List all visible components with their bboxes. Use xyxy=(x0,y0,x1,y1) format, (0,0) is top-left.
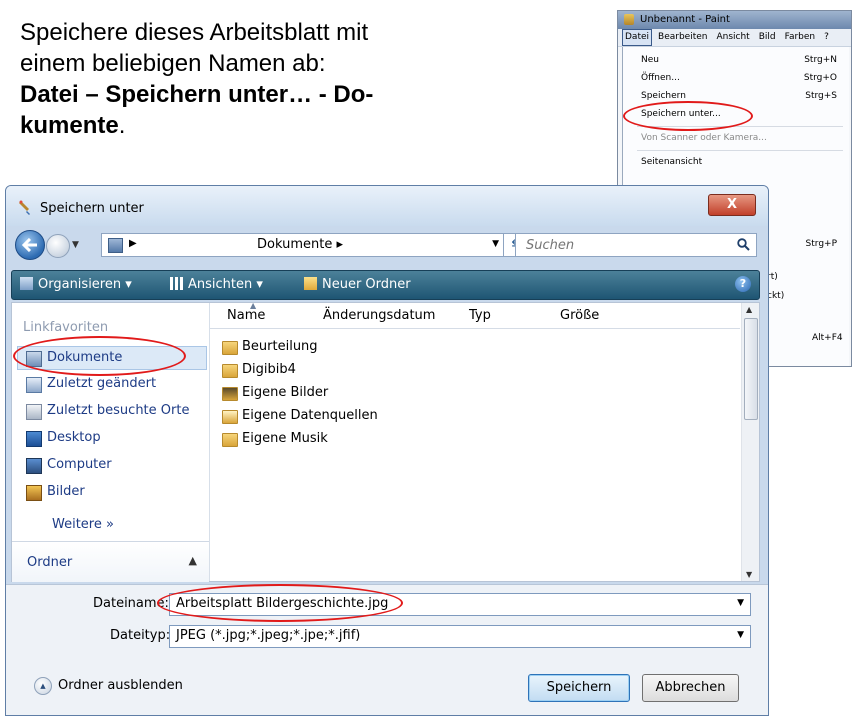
menu-item-neu[interactable]: Neu Strg+N xyxy=(623,51,849,69)
menu-item-speichern-unter[interactable]: Speichern unter... xyxy=(623,105,849,123)
chevron-up-circle-icon[interactable]: ▲ xyxy=(34,677,52,695)
organize-button[interactable]: Organisieren ▾ xyxy=(20,277,132,292)
hide-folders-link[interactable]: Ordner ausblenden xyxy=(58,678,183,693)
menu-item-speichern[interactable]: Speichern Strg+S xyxy=(623,87,849,105)
chevron-down-icon[interactable]: ▼ xyxy=(737,630,744,640)
column-size[interactable]: Größe xyxy=(560,308,599,323)
filetype-label: Dateityp: xyxy=(110,628,171,643)
address-dropdown-icon[interactable]: ▼ xyxy=(492,239,499,249)
help-button[interactable]: ? xyxy=(735,276,751,292)
forward-button[interactable] xyxy=(46,234,70,258)
nav-item-zuletzt-geaendert[interactable]: Zuletzt geändert xyxy=(18,373,206,395)
address-bar[interactable]: ▶ Dokumente ▸ ▼ xyxy=(101,233,506,257)
instruction-line-4: kumente xyxy=(20,112,119,139)
column-headers: ▲ Name Änderungsdatum Typ Größe xyxy=(210,301,740,329)
instruction-line-1: Speichere dieses Arbeitsblatt mit xyxy=(20,19,369,46)
chevron-up-icon: ▲ xyxy=(188,554,197,567)
nav-item-bilder[interactable]: Bilder xyxy=(18,481,206,503)
back-button[interactable] xyxy=(15,230,45,260)
menu-separator xyxy=(637,126,843,127)
search-input[interactable] xyxy=(524,236,718,254)
chevron-right-icon[interactable]: ▶ xyxy=(129,238,137,249)
vertical-scrollbar[interactable]: ▲ ▼ xyxy=(741,303,759,581)
views-icon xyxy=(170,277,183,290)
folder-section-label: Ordner xyxy=(27,555,73,570)
organize-icon xyxy=(20,277,33,290)
nav-item-zuletzt-besuchte-orte[interactable]: Zuletzt besuchte Orte xyxy=(18,400,206,422)
nav-item-desktop[interactable]: Desktop xyxy=(18,427,206,449)
dialog-titlebar: Speichern unter X xyxy=(6,186,768,226)
paint-brush-icon xyxy=(19,200,30,215)
menu-item-oeffnen[interactable]: Öffnen... Strg+O xyxy=(623,69,849,87)
instruction-line-4-tail: . xyxy=(118,112,126,139)
file-list-pane: ▲ Name Änderungsdatum Typ Größe Beurteil… xyxy=(210,301,759,581)
pictures-folder-icon xyxy=(222,387,238,401)
filename-input[interactable]: Arbeitsplatt Bildergeschichte.jpg ▼ xyxy=(169,593,751,616)
paint-partial-text-2: ckt) xyxy=(767,291,785,301)
exit-shortcut: Alt+F4 xyxy=(812,333,843,343)
documents-icon xyxy=(26,351,42,367)
browser-pane: Linkfavoriten Dokumente Zuletzt geändert… xyxy=(11,301,760,582)
paint-titlebar: Unbenannt - Paint xyxy=(618,11,851,29)
dialog-title: Speichern unter xyxy=(40,201,144,216)
filetype-select[interactable]: JPEG (*.jpg;*.jpeg;*.jpe;*.jfif) ▼ xyxy=(169,625,751,648)
search-icon xyxy=(737,238,750,251)
menu-datei[interactable]: Datei xyxy=(622,29,653,46)
scroll-up-icon[interactable]: ▲ xyxy=(746,305,752,314)
new-folder-icon xyxy=(304,277,317,290)
recent-changed-icon xyxy=(26,377,42,393)
nav-item-computer[interactable]: Computer xyxy=(18,454,206,476)
navigation-pane: Linkfavoriten Dokumente Zuletzt geändert… xyxy=(12,303,210,582)
save-button[interactable]: Speichern xyxy=(528,674,630,702)
address-row: ▼ ▶ Dokumente ▸ ▼ ⇆ xyxy=(6,226,768,266)
nav-item-dokumente[interactable]: Dokumente xyxy=(17,346,207,370)
menu-bearbeiten[interactable]: Bearbeiten xyxy=(658,30,707,45)
search-box[interactable] xyxy=(515,233,757,257)
desktop-icon xyxy=(26,431,42,447)
views-button[interactable]: Ansichten ▾ xyxy=(170,277,263,292)
menu-separator xyxy=(637,150,843,151)
folder-location-icon xyxy=(108,238,123,253)
menu-ansicht[interactable]: Ansicht xyxy=(716,30,749,45)
column-date[interactable]: Änderungsdatum xyxy=(323,308,435,323)
command-toolbar: Organisieren ▾ Ansichten ▾ Neuer Ordner … xyxy=(11,270,760,300)
new-folder-button[interactable]: Neuer Ordner xyxy=(304,277,411,292)
computer-icon xyxy=(26,458,42,474)
folder-icon xyxy=(222,364,238,378)
column-type[interactable]: Typ xyxy=(469,308,491,323)
history-dropdown-icon[interactable]: ▼ xyxy=(72,240,79,250)
save-as-dialog: Speichern unter X ▼ ▶ Dokumente ▸ ▼ ⇆ Or… xyxy=(5,185,769,716)
back-arrow-icon xyxy=(22,238,37,252)
menu-bild[interactable]: Bild xyxy=(759,30,776,45)
favorites-heading: Linkfavoriten xyxy=(23,320,109,335)
folder-icon xyxy=(222,341,238,355)
menu-farben[interactable]: Farben xyxy=(785,30,816,45)
menu-item-scanner: Von Scanner oder Kamera... xyxy=(641,133,767,143)
more-link[interactable]: Weitere » xyxy=(52,517,114,532)
instruction-line-3: Datei – Speichern unter… - Do- xyxy=(20,81,374,108)
instruction-line-2: einem beliebigen Namen ab: xyxy=(20,50,326,77)
breadcrumb-dokumente[interactable]: Dokumente ▸ xyxy=(257,237,343,252)
folder-section-toggle[interactable]: Ordner ▲ xyxy=(12,541,209,582)
dialog-footer: Dateiname: Arbeitsplatt Bildergeschichte… xyxy=(6,584,768,715)
pictures-icon xyxy=(26,485,42,501)
menu-item-seitenansicht[interactable]: Seitenansicht xyxy=(623,153,849,171)
cancel-button[interactable]: Abbrechen xyxy=(642,674,739,702)
close-button[interactable]: X xyxy=(708,194,756,216)
instruction-text: Speichere dieses Arbeitsblatt mit einem … xyxy=(20,17,460,141)
filename-label: Dateiname: xyxy=(93,596,169,611)
chevron-down-icon[interactable]: ▼ xyxy=(737,598,744,608)
scroll-down-icon[interactable]: ▼ xyxy=(746,570,752,579)
folder-icon xyxy=(222,433,238,447)
data-sources-folder-icon xyxy=(222,410,238,424)
paint-app-icon xyxy=(624,14,634,25)
paint-menubar: Datei Bearbeiten Ansicht Bild Farben ? xyxy=(618,29,851,47)
column-name[interactable]: Name xyxy=(227,308,265,323)
scrollbar-thumb[interactable] xyxy=(744,318,758,420)
menu-help[interactable]: ? xyxy=(824,30,829,45)
paint-title: Unbenannt - Paint xyxy=(640,14,730,25)
recent-places-icon xyxy=(26,404,42,420)
